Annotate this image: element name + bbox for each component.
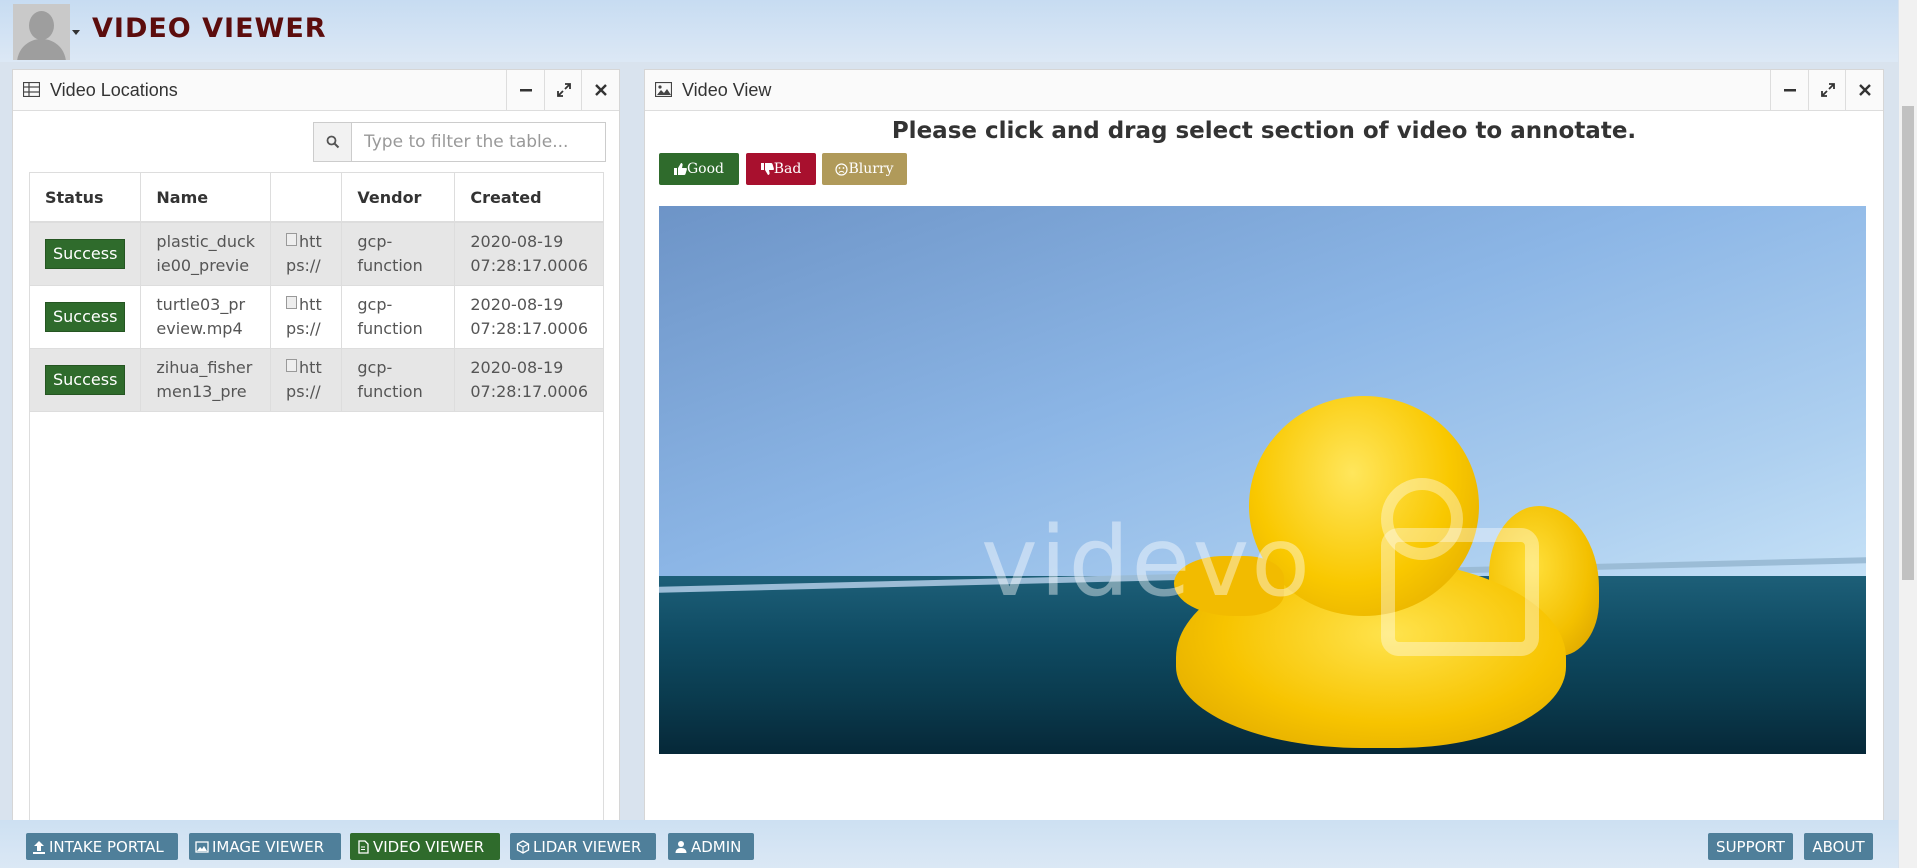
status-badge: Success — [45, 302, 126, 332]
vendor-text: gcp- — [357, 232, 393, 251]
thumbs-down-icon — [760, 163, 774, 175]
table-row[interactable]: Success turtle03_pr eview.mp4 htt ps:// gc… — [28, 285, 604, 349]
expand-button[interactable] — [1808, 70, 1846, 110]
broken-image-icon: htt — [286, 293, 326, 317]
vendor-cell: gcp-function — [341, 222, 455, 286]
bad-label: Bad — [773, 161, 802, 177]
good-label: Good — [686, 161, 724, 177]
close-icon — [594, 84, 607, 96]
frown-icon — [835, 162, 849, 176]
lidar-viewer-label: LIDAR VIEWER — [533, 837, 642, 856]
video-view-panel: Video View Please click and drag select … — [644, 69, 1884, 822]
scrollbar-thumb[interactable] — [1902, 106, 1914, 580]
user-avatar-icon[interactable] — [13, 4, 70, 60]
minimize-icon — [1783, 89, 1796, 92]
table-icon — [23, 82, 40, 97]
name-text: plastic_duck — [156, 232, 256, 251]
panel-title: Video Locations — [50, 80, 178, 100]
close-button[interactable] — [1845, 70, 1883, 110]
created-date: 2020-08-19 — [470, 295, 564, 314]
search-icon — [314, 123, 352, 161]
expand-icon — [556, 83, 571, 97]
thumbnail-cell: htt ps:// — [270, 222, 342, 286]
column-header-status[interactable]: Status — [28, 172, 141, 223]
bad-button[interactable]: Bad — [746, 153, 816, 185]
file-icon — [358, 839, 369, 854]
intake-portal-label: INTAKE PORTAL — [49, 837, 164, 856]
created-date: 2020-08-19 — [470, 232, 564, 251]
cube-icon — [516, 839, 530, 854]
created-cell: 2020-08-19 07:28:17.0006 — [454, 222, 604, 286]
table-filter — [313, 122, 609, 162]
thumbs-up-icon — [673, 163, 687, 175]
blurry-label: Blurry — [848, 161, 894, 177]
videvo-watermark: videvo — [981, 506, 1313, 618]
status-cell: Success — [28, 222, 141, 286]
app-header: VIDEO VIEWER — [0, 0, 1898, 62]
image-icon — [195, 840, 209, 853]
filter-input[interactable] — [352, 123, 609, 161]
vendor-cell: gcp-function — [341, 285, 455, 349]
user-icon — [675, 840, 687, 853]
about-button[interactable]: ABOUT — [1804, 833, 1873, 860]
video-locations-panel: Video Locations Status Name Vendor — [12, 69, 620, 822]
vendor-text: gcp- — [357, 295, 393, 314]
vendor-text: function — [357, 256, 423, 275]
video-viewer-label: VIDEO VIEWER — [373, 837, 485, 856]
table-empty-area — [29, 376, 604, 821]
upload-icon — [33, 840, 45, 854]
support-label: SUPPORT — [1716, 837, 1785, 856]
name-text: eview.mp4 — [156, 319, 243, 338]
admin-label: ADMIN — [691, 837, 742, 856]
annotation-instruction: Please click and drag select section of … — [891, 118, 1637, 144]
name-text: turtle03_pr — [156, 295, 246, 314]
name-text: ie00_previe — [156, 256, 250, 275]
name-cell: plastic_duck ie00_previe — [140, 222, 271, 286]
blurry-button[interactable]: Blurry — [822, 153, 907, 185]
vendor-text: function — [357, 319, 423, 338]
image-viewer-button[interactable]: IMAGE VIEWER — [189, 833, 341, 860]
created-time: 07:28:17.0006 — [470, 319, 588, 338]
app-title: VIDEO VIEWER — [92, 13, 327, 44]
column-header-image[interactable] — [270, 172, 342, 223]
lidar-viewer-button[interactable]: LIDAR VIEWER — [510, 833, 656, 860]
footer-nav: INTAKE PORTAL IMAGE VIEWER VIDEO VIEWER … — [0, 820, 1898, 868]
minimize-button[interactable] — [506, 70, 544, 110]
status-cell: Success — [28, 285, 141, 349]
status-badge: Success — [45, 239, 126, 269]
image-alt-text: ps:// — [286, 319, 321, 338]
table-row[interactable]: Success plastic_duck ie00_previe htt ps://… — [28, 222, 604, 286]
support-button[interactable]: SUPPORT — [1708, 833, 1793, 860]
image-viewer-label: IMAGE VIEWER — [212, 837, 325, 856]
thumbnail-cell: htt ps:// — [270, 285, 342, 349]
intake-portal-button[interactable]: INTAKE PORTAL — [26, 833, 178, 860]
panel-title: Video View — [682, 80, 772, 100]
watermark-camera-icon — [1381, 528, 1539, 656]
name-cell: turtle03_pr eview.mp4 — [140, 285, 271, 349]
good-button[interactable]: Good — [659, 153, 739, 185]
expand-button[interactable] — [544, 70, 582, 110]
video-viewer-button[interactable]: VIDEO VIEWER — [350, 833, 500, 860]
close-icon — [1858, 84, 1871, 96]
expand-icon — [1820, 83, 1835, 97]
image-alt-text: ps:// — [286, 256, 321, 275]
video-player[interactable]: videvo — [659, 206, 1866, 754]
column-header-name[interactable]: Name — [140, 172, 271, 223]
column-header-created[interactable]: Created — [454, 172, 604, 223]
panel-header: Video Locations — [13, 70, 619, 111]
image-icon — [655, 82, 672, 97]
broken-image-icon: htt — [286, 230, 326, 254]
created-cell: 2020-08-19 07:28:17.0006 — [454, 285, 604, 349]
admin-button[interactable]: ADMIN — [668, 833, 754, 860]
created-time: 07:28:17.0006 — [470, 256, 588, 275]
caret-down-icon[interactable] — [72, 30, 80, 35]
minimize-icon — [519, 89, 532, 92]
about-label: ABOUT — [1812, 837, 1865, 856]
minimize-button[interactable] — [1770, 70, 1808, 110]
column-header-vendor[interactable]: Vendor — [341, 172, 455, 223]
close-button[interactable] — [581, 70, 619, 110]
panel-header: Video View — [645, 70, 1883, 111]
